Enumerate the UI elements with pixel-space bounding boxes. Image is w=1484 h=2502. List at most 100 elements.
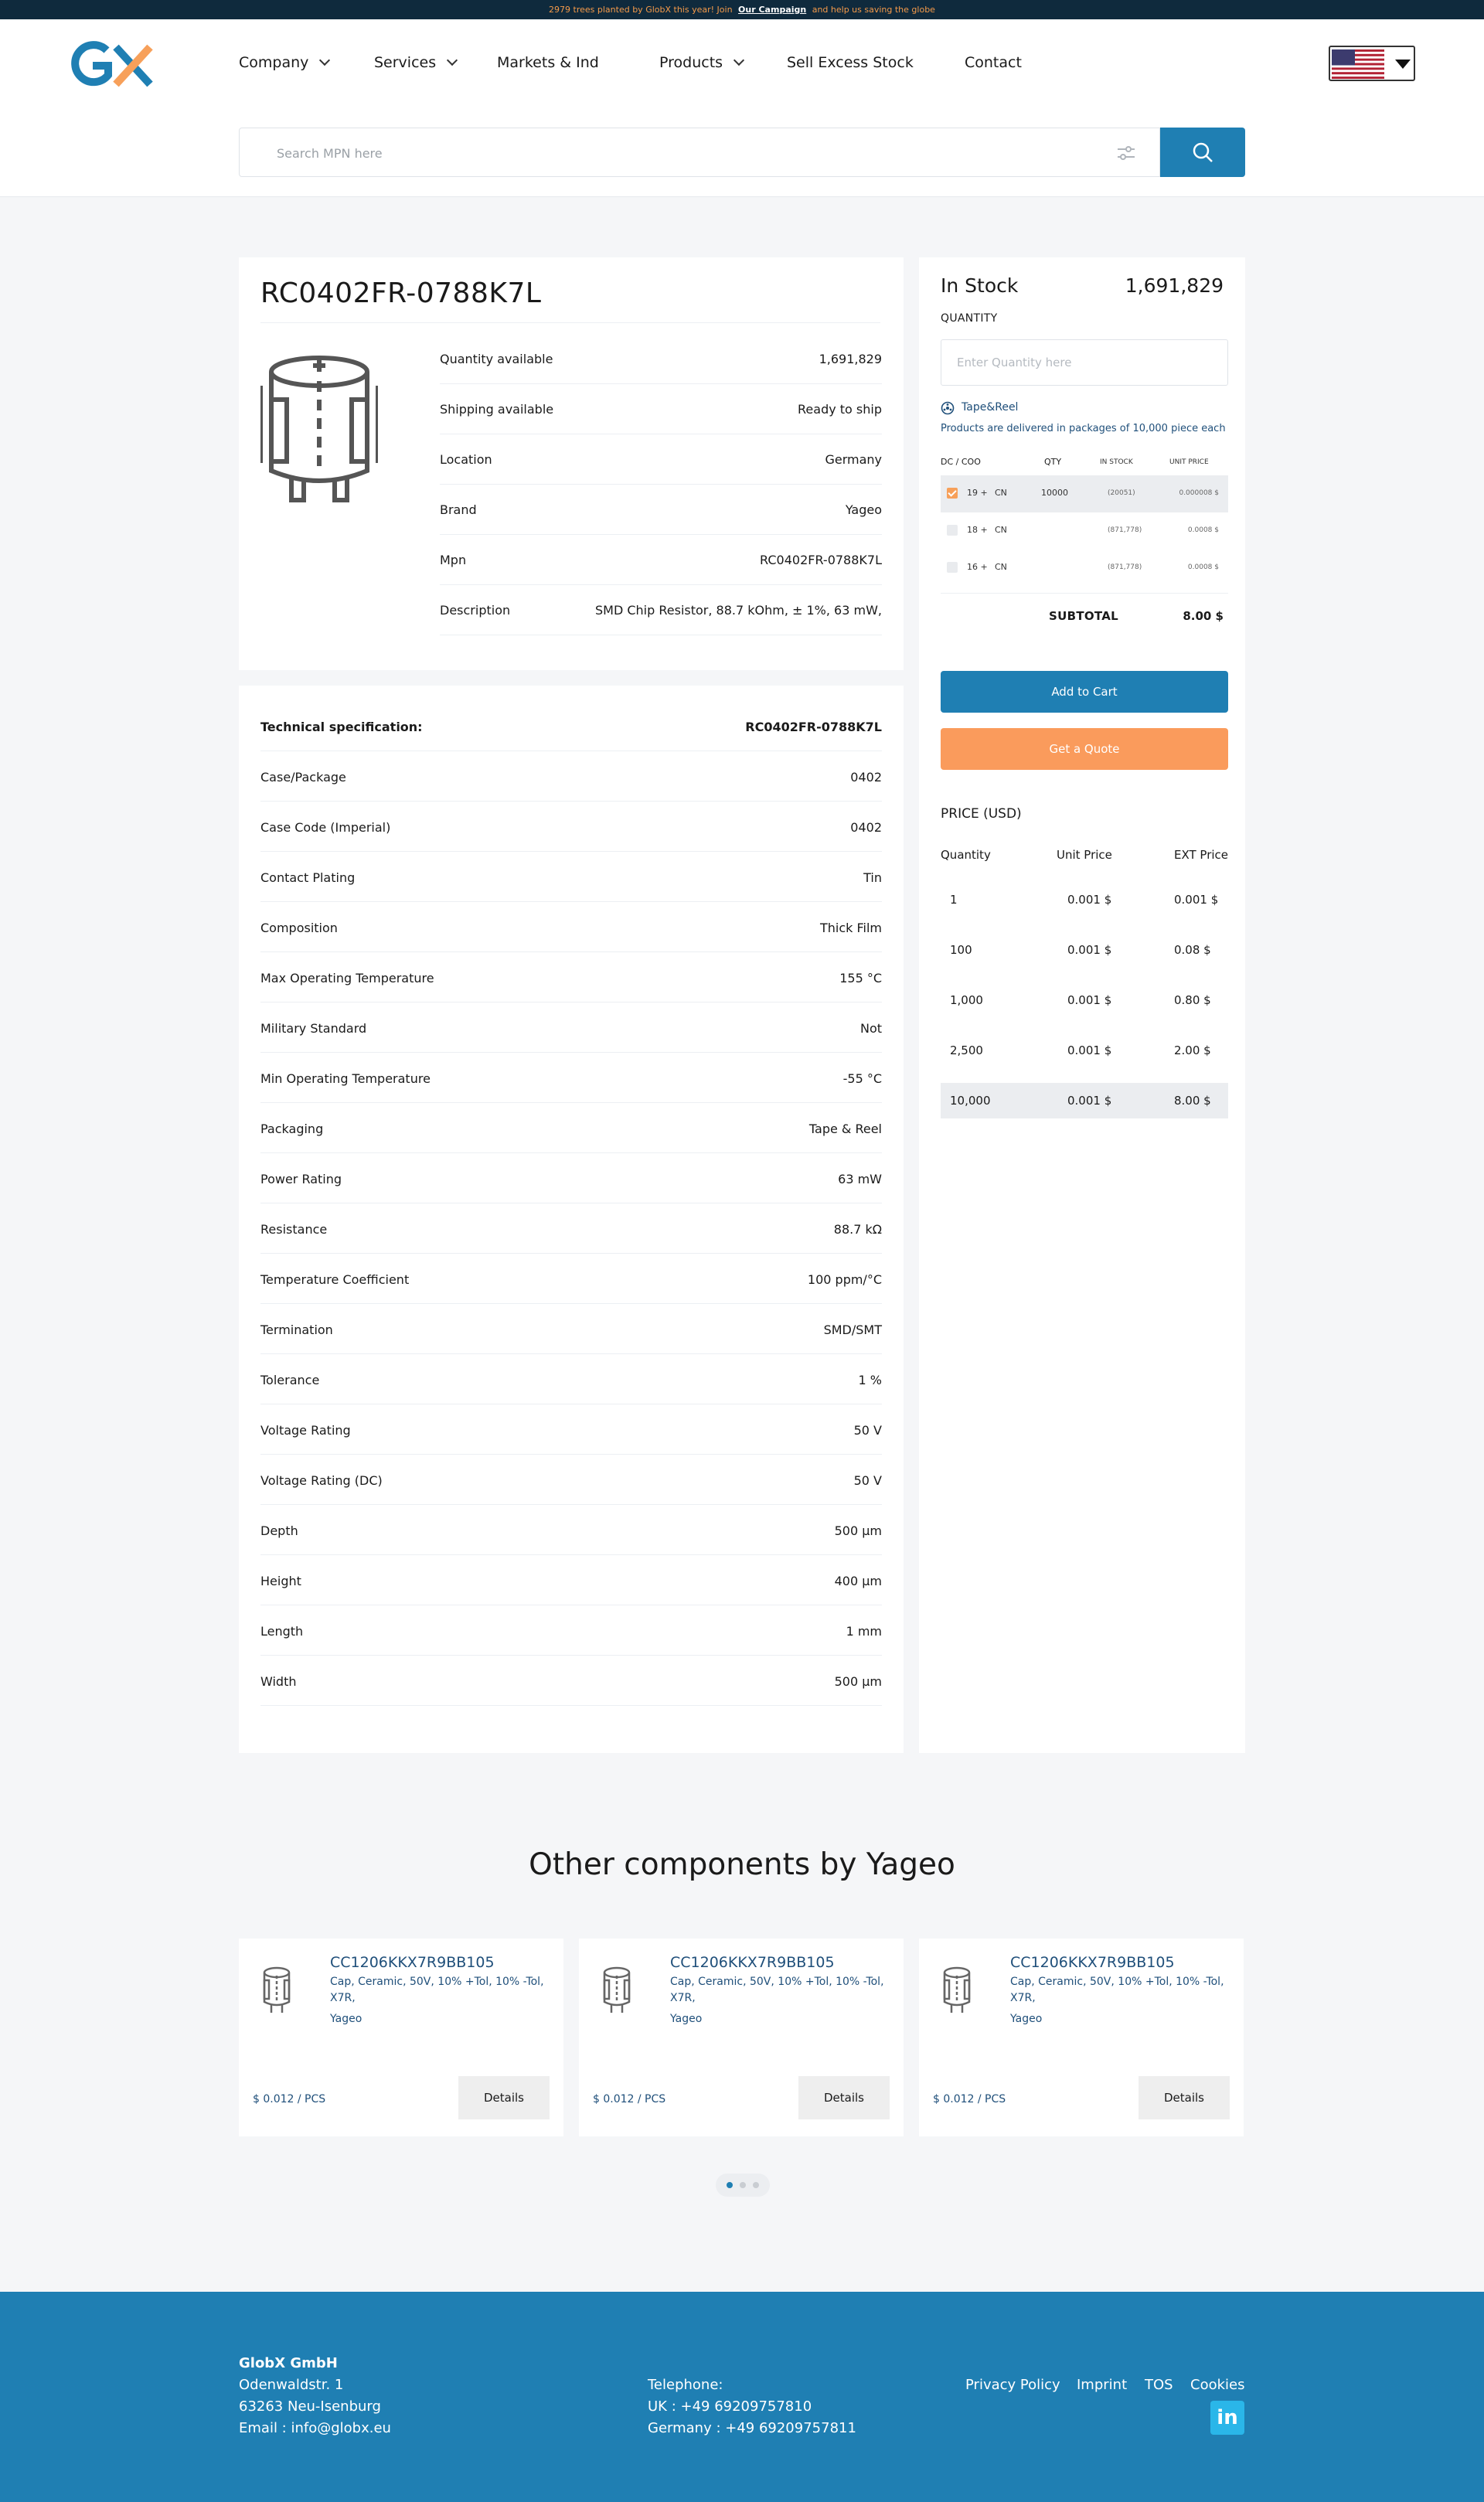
chevron-down-icon <box>319 54 331 66</box>
carousel-pagination <box>716 2174 770 2197</box>
price-unit: 0.001 $ <box>1067 893 1112 907</box>
spec-label: Voltage Rating <box>260 1423 351 1438</box>
lot-coo: CN <box>995 525 1007 535</box>
language-selector[interactable] <box>1329 46 1415 81</box>
add-to-cart-button[interactable]: Add to Cart <box>941 671 1228 713</box>
globx-logo[interactable] <box>68 41 155 89</box>
lot-dc: 19 + <box>967 488 988 498</box>
product-card[interactable]: CC1206KKX7R9BB105 Cap, Ceramic, 50V, 10% … <box>919 1939 1244 2136</box>
product-card[interactable]: CC1206KKX7R9BB105 Cap, Ceramic, 50V, 10% … <box>239 1939 563 2136</box>
reel-icon <box>941 401 955 415</box>
spec-label: Composition <box>260 921 338 935</box>
footer-company: GlobX GmbH <box>239 2355 338 2371</box>
spec-value: 500 µm <box>834 1523 882 1538</box>
nav-company[interactable]: Company <box>239 54 331 71</box>
lot-coo: CN <box>995 488 1007 498</box>
spec-value: Not <box>859 1021 882 1036</box>
spec-label: Case/Package <box>260 770 346 785</box>
nav-sell-stock[interactable]: Sell Excess Stock <box>787 54 914 71</box>
spec-row: Power Rating 63 mW <box>260 1153 882 1203</box>
spec-row: Voltage Rating (DC) 50 V <box>260 1455 882 1505</box>
col-stock: IN STOCK <box>1100 458 1133 466</box>
caret-down-icon <box>1395 60 1411 69</box>
linkedin-icon[interactable]: in <box>1210 2401 1244 2435</box>
quantity-input[interactable] <box>941 339 1228 386</box>
banner-text: 2979 trees planted by GlobX this year! J… <box>549 5 733 15</box>
lot-row[interactable]: 16 + CN (871,778) 0.0008 $ <box>941 550 1228 587</box>
card-price: $ 0.012 / PCS <box>593 2093 666 2105</box>
lot-dc: 18 + <box>967 525 988 535</box>
info-row: Description SMD Chip Resistor, 88.7 kOhm,… <box>440 586 882 635</box>
spec-row: Tolerance 1 % <box>260 1354 882 1404</box>
spec-label: Temperature Coefficient <box>260 1272 410 1287</box>
lot-checkbox[interactable] <box>947 525 958 536</box>
nav-company-label: Company <box>239 54 309 71</box>
spec-row: Voltage Rating 50 V <box>260 1404 882 1455</box>
footer-tel-de[interactable]: Germany : +49 69209757811 <box>648 2420 856 2436</box>
search-input[interactable] <box>277 142 1050 164</box>
price-qty: 1,000 <box>950 993 983 1007</box>
site-header: Company Services Markets & Ind Products … <box>0 19 1484 197</box>
campaign-link[interactable]: Our Campaign <box>738 5 806 15</box>
get-quote-button[interactable]: Get a Quote <box>941 728 1228 770</box>
spec-row: Width 500 µm <box>260 1656 882 1706</box>
lot-stock: (871,778) <box>1108 526 1142 534</box>
price-qty: 100 <box>950 943 972 957</box>
details-button[interactable]: Details <box>798 2076 890 2119</box>
footer-tel-uk[interactable]: UK : +49 69209757810 <box>648 2398 812 2415</box>
filter-icon[interactable] <box>1116 144 1136 162</box>
spec-row: Termination SMD/SMT <box>260 1304 882 1354</box>
spec-value: Tin <box>863 870 882 885</box>
spec-value: 100 ppm/°C <box>807 1272 882 1287</box>
spec-row: Composition Thick Film <box>260 902 882 952</box>
spec-value: 0402 <box>850 820 882 835</box>
carousel-dot[interactable] <box>740 2182 746 2188</box>
spec-label: Contact Plating <box>260 870 356 885</box>
info-row: Shipping available Ready to ship <box>440 385 882 434</box>
footer-link-tos[interactable]: TOS <box>1145 2377 1173 2393</box>
col-dc: DC / COO <box>941 457 981 467</box>
col-qty: QTY <box>1044 457 1062 467</box>
card-mpn[interactable]: CC1206KKX7R9BB105 <box>1010 1954 1175 1971</box>
footer-tel-label: Telephone: <box>648 2377 723 2393</box>
lot-row[interactable]: 19 + CN 10000 (20051) 0.000008 $ <box>941 475 1228 512</box>
footer-link-privacy[interactable]: Privacy Policy <box>965 2377 1060 2393</box>
footer-link-imprint[interactable]: Imprint <box>1077 2377 1127 2393</box>
price-ext: 0.08 $ <box>1174 943 1211 957</box>
lot-unit-price: 0.0008 $ <box>1187 563 1219 571</box>
spec-row: Contact Plating Tin <box>260 852 882 902</box>
footer-email[interactable]: Email : info@globx.eu <box>239 2420 391 2436</box>
product-card[interactable]: CC1206KKX7R9BB105 Cap, Ceramic, 50V, 10% … <box>579 1939 904 2136</box>
card-brand: Yageo <box>330 2013 362 2025</box>
card-mpn[interactable]: CC1206KKX7R9BB105 <box>670 1954 835 1971</box>
lot-checkbox[interactable] <box>947 562 958 573</box>
lot-unit-price: 0.0008 $ <box>1187 526 1219 534</box>
card-description: Cap, Ceramic, 50V, 10% +Tol, 10% -Tol, X… <box>670 1976 884 2004</box>
carousel-dot[interactable] <box>753 2182 759 2188</box>
nav-markets[interactable]: Markets & Ind <box>497 54 599 71</box>
spec-row: Height 400 µm <box>260 1555 882 1605</box>
nav-contact[interactable]: Contact <box>965 54 1022 71</box>
info-label: Location <box>440 452 492 467</box>
nav-sell-label: Sell Excess Stock <box>787 54 914 71</box>
spec-label: Depth <box>260 1523 298 1538</box>
nav-products[interactable]: Products <box>659 54 745 71</box>
price-ext: 0.001 $ <box>1174 893 1219 907</box>
details-button[interactable]: Details <box>458 2076 550 2119</box>
spec-label: Termination <box>260 1322 333 1337</box>
footer-link-cookies[interactable]: Cookies <box>1190 2377 1244 2393</box>
spec-value: 1 mm <box>846 1624 882 1639</box>
card-mpn[interactable]: CC1206KKX7R9BB105 <box>330 1954 495 1971</box>
packaging-type: Tape&Reel <box>962 401 1019 414</box>
details-button[interactable]: Details <box>1139 2076 1230 2119</box>
carousel-dot[interactable] <box>727 2182 733 2188</box>
spec-label: Height <box>260 1574 301 1588</box>
lot-row[interactable]: 18 + CN (871,778) 0.0008 $ <box>941 512 1228 550</box>
nav-services[interactable]: Services <box>374 54 458 71</box>
spec-heading: Technical specification: <box>260 720 423 734</box>
spec-value: SMD/SMT <box>823 1322 882 1337</box>
search-button[interactable] <box>1160 128 1245 177</box>
chevron-down-icon <box>447 54 458 66</box>
lot-checkbox[interactable] <box>947 488 958 499</box>
spec-value: 400 µm <box>834 1574 882 1588</box>
